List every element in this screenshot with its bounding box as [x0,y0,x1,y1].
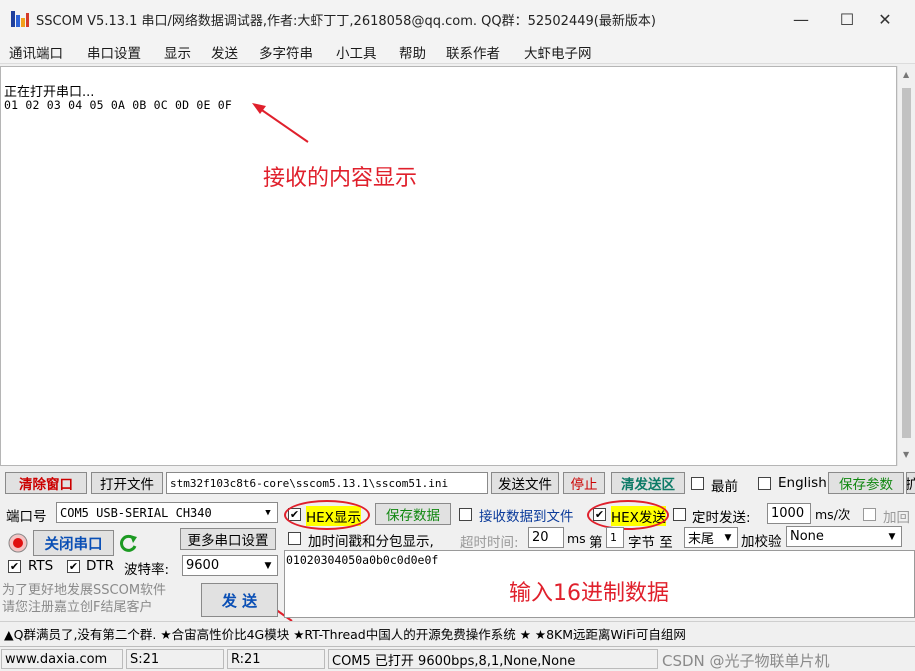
rts-label: RTS [28,558,54,574]
timeout-label: 超时时间: [460,535,519,551]
add-newline-label: 加回 [883,510,910,526]
menu-tools[interactable]: 小工具 [336,42,377,62]
send-input[interactable]: 01020304050a0b0c0d0e0f 输入16进制数据 [284,550,915,618]
dtr-label: DTR [86,558,115,574]
menu-contact-author[interactable]: 联系作者 [446,42,500,62]
checksum-label: 加校验 [741,534,782,550]
port-value: COM5 USB-SERIAL CH340 [60,505,212,520]
extend-button[interactable]: 扩 [906,472,915,494]
end-select[interactable]: 末尾 ▼ [684,527,738,548]
receive-scrollbar[interactable]: ▲ ▼ [897,66,915,466]
save-data-button[interactable]: 保存数据 [375,503,451,525]
baud-value: 9600 [186,558,220,573]
menu-daxia-site[interactable]: 大虾电子网 [524,42,592,62]
menu-send[interactable]: 发送 [211,42,238,62]
interval-unit: ms/次 [815,507,851,522]
input-annotation: 输入16进制数据 [509,581,669,606]
clear-window-button[interactable]: 清除窗口 [5,472,87,494]
save-params-button[interactable]: 保存参数 [828,472,904,494]
chevron-down-icon: ▼ [265,507,271,518]
ad-bar: ▲Q群满员了,没有第二个群. ★合宙高性价比4G模块 ★RT-Thread中国人… [0,621,915,643]
scroll-down-icon[interactable]: ▼ [903,450,909,459]
refresh-icon[interactable] [119,533,139,553]
port-select[interactable]: COM5 USB-SERIAL CH340 ▼ [56,502,278,523]
receive-data-line: 01 02 03 04 05 0A 0B 0C 0D 0E 0F [4,98,232,112]
baud-label: 波特率: [124,562,170,578]
recv-to-file-checkbox[interactable] [459,508,472,521]
file-path-field[interactable]: stm32f103c8t6-core\sscom5.13.1\sscom51.i… [166,472,488,494]
status-bar: www.daxia.com S:21 R:21 COM5 已打开 9600bps… [0,646,915,671]
checksum-value: None [790,529,824,544]
add-newline-checkbox[interactable] [863,508,876,521]
stop-button[interactable]: 停止 [563,472,605,494]
receive-annotation: 接收的内容显示 [263,166,418,191]
timeout-unit: ms [567,531,586,546]
clear-send-button[interactable]: 清发送区 [611,472,685,494]
close-button[interactable]: ✕ [862,0,908,38]
window-title: SSCOM V5.13.1 串口/网络数据调试器,作者:大虾丁丁,2618058… [36,14,656,29]
hex-display-highlight [284,500,370,530]
rts-checkbox[interactable]: ✔ [8,560,21,573]
ad-text[interactable]: ▲Q群满员了,没有第二个群. ★合宙高性价比4G模块 ★RT-Thread中国人… [4,624,686,643]
promo-text[interactable]: 为了更好地发展SSCOM软件 请您注册嘉立创F结尾客户 [2,582,198,616]
minimize-button[interactable]: — [778,0,824,38]
end-value: 末尾 [688,532,715,547]
scroll-up-icon[interactable]: ▲ [903,70,909,79]
english-checkbox[interactable] [758,477,771,490]
menu-comm-port[interactable]: 通讯端口 [9,42,63,62]
timeout-input[interactable]: 20 [528,527,564,548]
english-label: English [778,475,827,491]
menu-display[interactable]: 显示 [164,42,191,62]
receive-area[interactable]: 正在打开串口... 01 02 03 04 05 0A 0B 0C 0D 0E … [0,66,897,466]
title-bar: SSCOM V5.13.1 串口/网络数据调试器,作者:大虾丁丁,2618058… [0,0,915,38]
port-label: 端口号 [6,509,47,525]
timestamp-label: 加时间戳和分包显示, [308,534,434,550]
menu-port-settings[interactable]: 串口设置 [87,42,141,62]
status-site[interactable]: www.daxia.com [1,649,123,669]
send-file-button[interactable]: 发送文件 [491,472,559,494]
chevron-down-icon: ▼ [888,531,896,542]
front-label: 最前 [711,479,738,495]
status-sent-count: S:21 [126,649,224,669]
timed-send-checkbox[interactable] [673,508,686,521]
chevron-down-icon: ▼ [264,560,272,571]
dtr-checkbox[interactable]: ✔ [67,560,80,573]
chevron-down-icon: ▼ [724,532,732,543]
timestamp-checkbox[interactable] [288,532,301,545]
interval-input[interactable]: 1000 [767,503,811,524]
menu-help[interactable]: 帮助 [399,42,426,62]
byte-label: 字节 至 [628,535,673,551]
menu-bar: 通讯端口 串口设置 显示 发送 多字符串 小工具 帮助 联系作者 大虾电子网 [0,38,915,64]
menu-multi-string[interactable]: 多字符串 [259,42,313,62]
watermark: CSDN @光子物联单片机 [662,652,830,670]
hex-send-highlight [587,500,669,530]
status-port: COM5 已打开 9600bps,8,1,None,None [328,649,658,669]
nth-label: 第 [589,535,603,551]
more-port-settings-button[interactable]: 更多串口设置 [180,528,276,550]
nth-input[interactable]: 1 [606,527,624,548]
recv-to-file-label: 接收数据到文件 [479,509,574,525]
send-button[interactable]: 发 送 [201,583,278,617]
open-file-button[interactable]: 打开文件 [91,472,163,494]
port-state-icon [8,533,28,553]
timed-send-label: 定时发送: [692,510,751,526]
app-icon [11,11,29,27]
send-input-value: 01020304050a0b0c0d0e0f [286,553,439,567]
front-checkbox[interactable] [691,477,704,490]
status-received-count: R:21 [227,649,325,669]
scroll-thumb[interactable] [902,88,911,438]
close-port-button[interactable]: 关闭串口 [33,530,114,556]
checksum-select[interactable]: None ▼ [786,526,902,547]
baud-select[interactable]: 9600 ▼ [182,555,278,576]
